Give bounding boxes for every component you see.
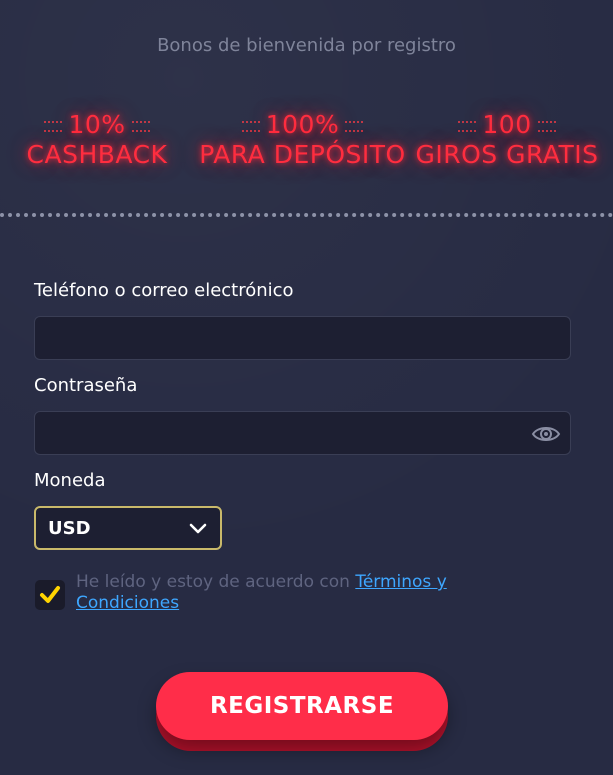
phone-email-input[interactable]	[34, 316, 571, 360]
bonus-title: Bonos de bienvenida por registro	[157, 35, 456, 56]
bonus-free-spins-label: GIROS GRATIS	[415, 140, 599, 169]
phone-email-label: Teléfono o correo electrónico	[34, 280, 294, 301]
eye-icon[interactable]	[529, 419, 563, 449]
currency-value: USD	[48, 517, 91, 539]
bonus-free-spins-value: 100	[482, 110, 532, 139]
terms-checkbox[interactable]	[35, 580, 65, 610]
bonus-deposit-value: 100%	[265, 110, 340, 139]
password-label: Contraseña	[34, 375, 138, 396]
bonus-deposit: 100% PARA DEPÓSITO	[190, 110, 415, 170]
bonus-deposit-label: PARA DEPÓSITO	[199, 140, 406, 169]
bonus-cashback-value: 10%	[68, 110, 126, 139]
registration-panel: Bonos de bienvenida por registro 10% CAS…	[0, 0, 613, 775]
bonus-cashback: 10% CASHBACK	[22, 110, 172, 170]
bonus-free-spins: 100 GIROS GRATIS	[412, 110, 602, 170]
section-divider	[0, 213, 613, 217]
terms-prefix: He leído y estoy de acuerdo con	[76, 572, 356, 592]
chevron-down-icon	[188, 521, 208, 535]
register-button[interactable]: REGISTRARSE	[156, 672, 448, 740]
currency-select[interactable]: USD	[34, 506, 222, 550]
password-input[interactable]	[34, 411, 571, 455]
welcome-bonus-banner: Bonos de bienvenida por registro 10% CAS…	[0, 0, 613, 215]
bonus-cashback-label: CASHBACK	[26, 140, 168, 169]
terms-text: He leído y estoy de acuerdo con Términos…	[76, 572, 506, 614]
checkmark-icon	[40, 586, 60, 603]
currency-label: Moneda	[34, 470, 106, 491]
